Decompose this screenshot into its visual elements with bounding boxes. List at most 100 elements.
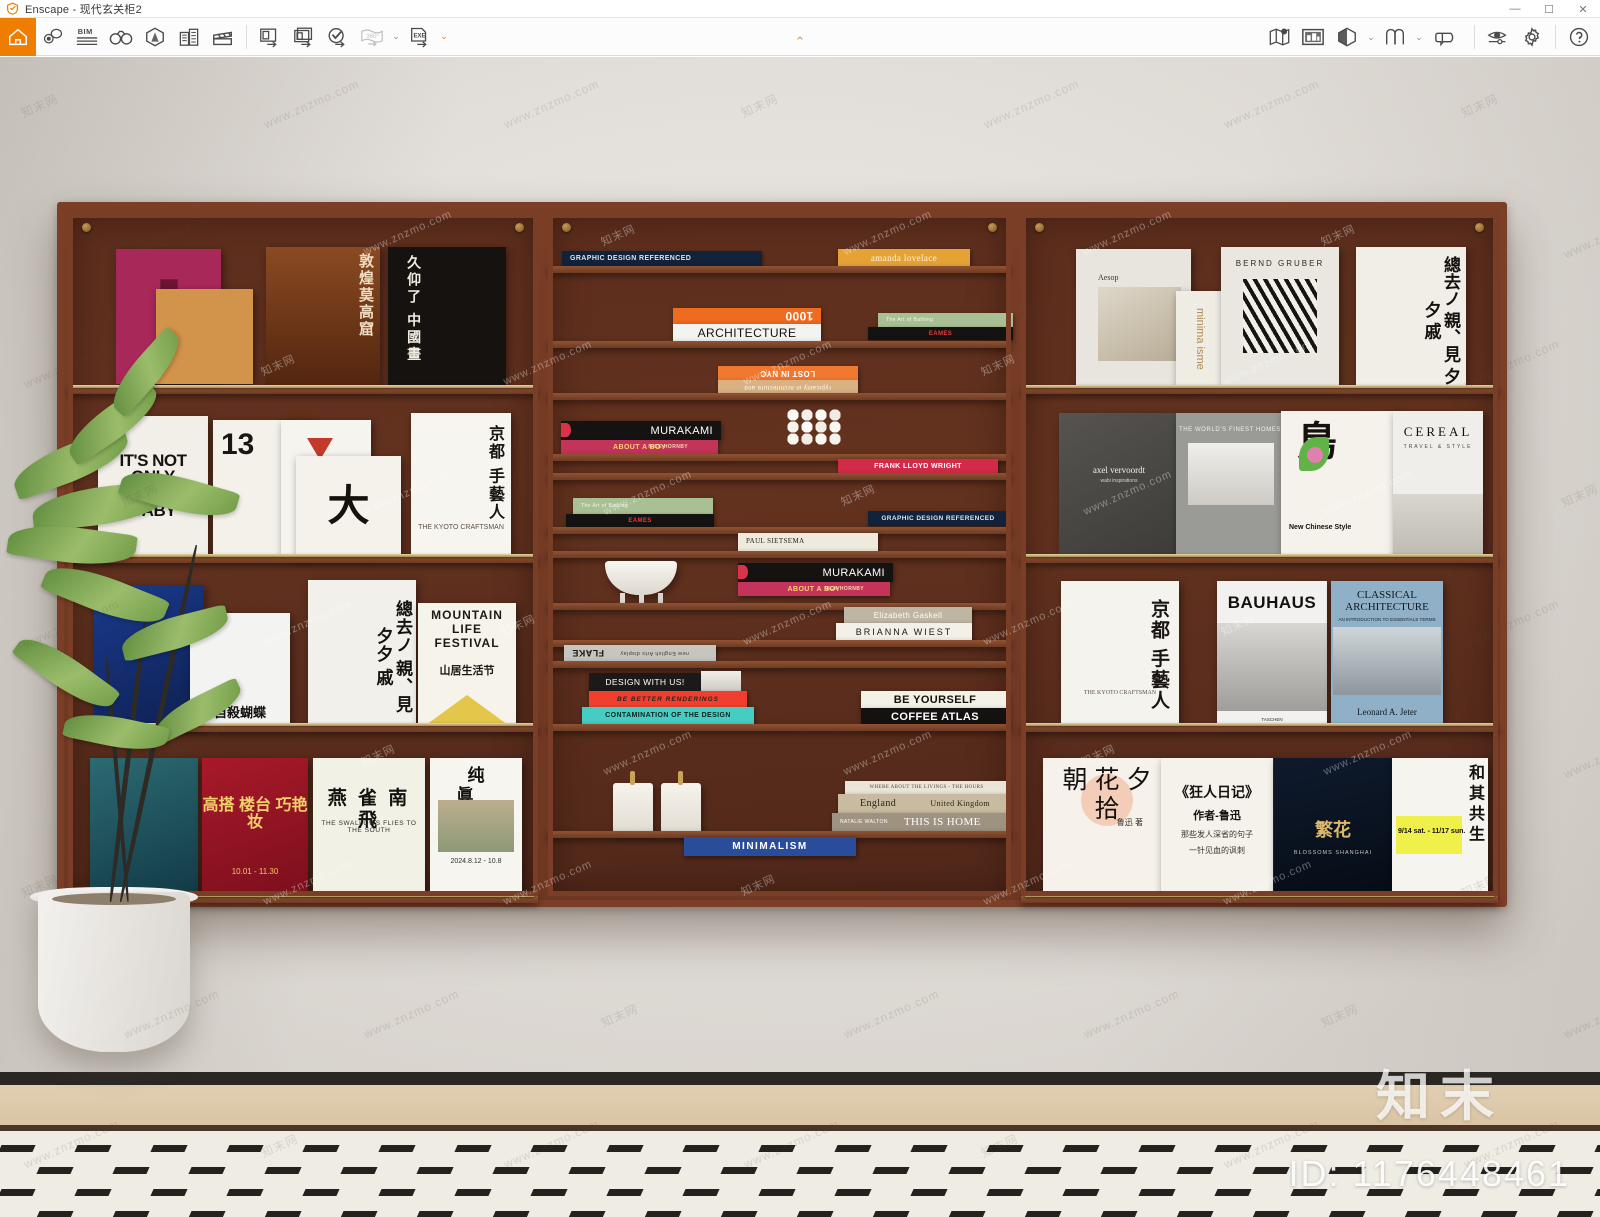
book-spine[interactable]: CONTAMINATION OF THE DESIGN [582,707,754,724]
book-cover[interactable]: 高搭 楼台 巧艳妆 10.01 - 11.30 [202,758,308,896]
book-spine[interactable]: GRAPHIC DESIGN REFERENCED [868,511,1008,526]
vr-binoculars-icon[interactable] [104,18,138,56]
book-cover[interactable]: Aesop [1076,249,1191,387]
book-cover[interactable]: 燕 雀 南 飛 THE SWALLOWS FLIES TO THE SOUTH [313,758,425,896]
book-cover[interactable]: 京都 手藝人 THE KYOTO CRAFTSMAN [411,413,511,556]
left-bay[interactable]: 敦煌莫高窟 久仰了 中國畫 IT'S NOT ONLY ROCK'N'ROLL … [68,213,538,903]
decor-bowl[interactable] [605,561,677,595]
book-spine[interactable]: NATALIE WALTON THIS IS HOME [832,813,1008,831]
decor-candle[interactable] [613,783,653,835]
book-spine[interactable]: LOST IN NYC [718,366,858,380]
chevron-down-icon-stereo[interactable]: ⌄ [1412,18,1426,56]
book-spine[interactable]: EAMES [868,327,1013,340]
book-cover[interactable]: BAUHAUS TASCHEN [1217,581,1327,725]
book-cover[interactable]: CLASSICAL ARCHITECTURE AN INTRODUCTION T… [1331,581,1443,725]
book-cover[interactable]: THE WORLD'S FINEST HOMES [1176,413,1284,556]
building-icon[interactable] [172,18,206,56]
export-image-icon[interactable] [253,18,287,56]
book-cover[interactable]: 京都 手藝人 THE KYOTO CRAFTSMAN [1061,581,1179,725]
render-viewport[interactable]: 敦煌莫高窟 久仰了 中國畫 IT'S NOT ONLY ROCK'N'ROLL … [0,57,1600,1217]
pink-dot-graphic [1307,447,1323,463]
rendering-quality-icon[interactable] [1330,18,1364,56]
toolbar-left-group: BIM [0,17,240,56]
center-bay[interactable]: GRAPHIC DESIGN REFERENCED amanda lovelac… [548,213,1013,896]
stereo-view-icon[interactable] [1378,18,1412,56]
book-spine[interactable]: MINIMALISM [684,837,856,856]
book-spine[interactable]: BE YOURSELF [861,691,1009,708]
baseboard [0,1072,1600,1085]
export-panorama-icon[interactable] [321,18,355,56]
book-cover[interactable]: 繁花 BLOSSOMS SHANGHAI [1274,758,1392,896]
export-batch-image-icon[interactable] [287,18,321,56]
book-spine[interactable]: 1000 [673,308,821,324]
book-spine[interactable]: EAMES [566,514,714,527]
decor-candle[interactable] [661,783,701,835]
rug-dash [758,1145,796,1152]
chevron-down-icon-exe[interactable]: ⌄ [437,18,451,56]
book-spine[interactable]: Typicality in Architecture and [718,380,858,393]
book-spine[interactable]: PAUL SIETSEMA [738,533,878,551]
book-spine[interactable]: WHERE ABOUT THE LIVINGS - THE HOURS [845,781,1008,794]
book-spine[interactable]: ARCHITECTURE [673,324,821,341]
window-title: Enscape - 现代玄关柜2 [25,3,142,16]
export-360-icon[interactable]: 360° [355,18,389,56]
book-spine[interactable]: ABOUT A BOY NICK HORNBY [738,582,890,596]
decor-sphere-cluster[interactable] [785,407,841,453]
book-spine[interactable]: GRAPHIC DESIGN REFERENCED [562,251,762,266]
bim-icon[interactable]: BIM [70,18,104,56]
book-spine[interactable]: FLAKE new English Arts display [564,645,716,661]
book-cover[interactable]: 總去ノ 親、見 夕夕 戚 [1356,247,1466,387]
book-spine[interactable]: Elizabeth Gaskell [844,607,972,623]
book-spine[interactable]: England United Kingdom [838,794,1008,813]
book-cover[interactable]: BERND GRUBER [1221,247,1339,387]
general-settings-icon[interactable] [1515,18,1549,56]
book-cover[interactable]: 纯 眞 2024.8.12 - 10.8 [430,758,522,896]
rug-dash [1594,1145,1600,1152]
book-cover[interactable]: MOUNTAIN LIFE FESTIVAL 山居生活节 [418,603,516,725]
planter-pot[interactable] [38,892,190,1052]
visual-settings-icon[interactable] [1481,18,1515,56]
book-spine[interactable]: The Art of Bathing [573,498,713,514]
book-cover[interactable]: 朝 花 夕 拾 鲁迅 著 [1043,758,1161,896]
book-spine[interactable]: DESIGN WITH US! [589,673,701,691]
book-spine[interactable]: FRANK LLOYD WRIGHT [838,459,998,473]
book-cover[interactable]: 大 [296,456,401,556]
book-spine[interactable]: COFFEE ATLAS [861,708,1009,725]
window-controls: — ☐ ✕ [1498,0,1600,18]
center-shelf-10 [548,724,1011,731]
book-spine[interactable]: MURAKAMI [738,563,893,582]
brass-rail [72,554,534,557]
book-cover[interactable]: 和 其 共 生 9/14 sat. - 11/17 sun. [1392,758,1488,896]
vr-headset-icon[interactable] [1426,18,1468,56]
maximize-button[interactable]: ☐ [1532,0,1566,18]
asset-library-icon[interactable] [138,18,172,56]
close-button[interactable]: ✕ [1566,0,1600,18]
chevron-down-icon-render[interactable]: ⌄ [1364,18,1378,56]
book-spine[interactable]: ABOUT A BOY NICK HORNBY [561,440,718,454]
project-location-icon[interactable] [36,18,70,56]
help-icon[interactable] [1562,18,1596,56]
book-spine[interactable]: MURAKAMI [561,421,721,440]
book-cover[interactable]: 總去ノ 親、見 夕夕 戚 [308,580,416,725]
book-cover[interactable]: minima isme [1176,291,1223,387]
book-spine[interactable]: BRIANNA WIEST [836,623,972,640]
export-exe-icon[interactable]: EXE [403,18,437,56]
book-spine[interactable]: amanda lovelace [838,249,970,266]
project-preview-icon[interactable] [1296,18,1330,56]
right-bay[interactable]: Aesop minima isme BERND GRUBER 總去ノ 親、見 夕… [1021,213,1498,903]
book-spine[interactable]: BE BETTER RENDERINGS [589,691,747,707]
book-cover[interactable]: axel vervoordt wabi inspirations [1059,413,1179,556]
book-cover[interactable]: 《狂人日记》 作者-鲁迅 那些发人深省的句子 一针见血的讽刺 [1161,758,1273,896]
home-icon[interactable] [0,17,36,56]
chevron-down-icon[interactable]: ⌄ [389,18,403,56]
bookcase[interactable]: 敦煌莫高窟 久仰了 中國畫 IT'S NOT ONLY ROCK'N'ROLL … [57,202,1507,907]
video-clapper-icon[interactable] [206,18,240,56]
map-pin-icon[interactable] [1262,18,1296,56]
book-spine[interactable]: The Art of Bathing [878,313,1013,327]
rug-dash [568,1211,606,1217]
minimize-button[interactable]: — [1498,0,1532,18]
book-cover[interactable]: 鳥 New Chinese Style [1281,411,1399,556]
book-cover[interactable]: 久仰了 中國畫 [388,247,506,387]
book-cover[interactable]: CEREAL TRAVEL & STYLE [1393,411,1483,556]
book-cover[interactable]: 敦煌莫高窟 [266,247,380,387]
